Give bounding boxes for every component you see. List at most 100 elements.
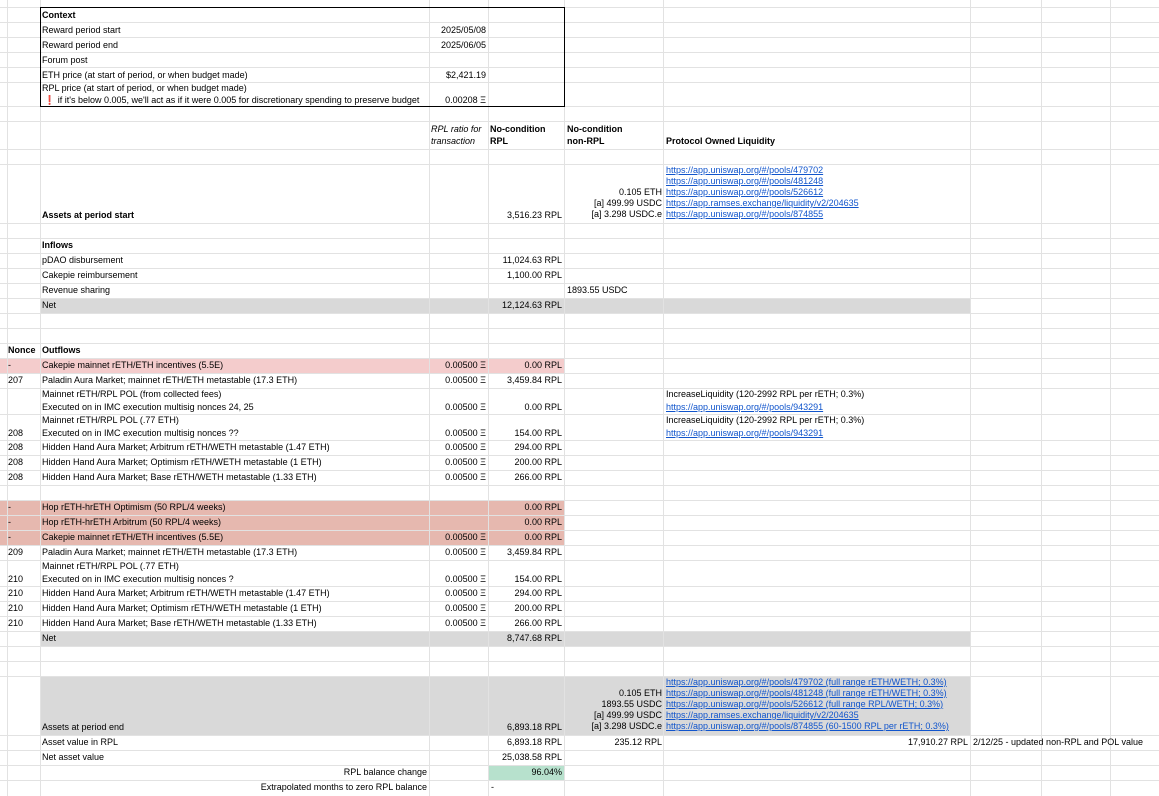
outflow-nonce[interactable]: 208	[8, 455, 40, 470]
pool-link[interactable]: https://app.uniswap.org/#/pools/874855	[666, 209, 966, 220]
outflow-nonce[interactable]: 208	[8, 440, 40, 455]
outflow-rpl[interactable]: 3,459.84 RPL	[489, 545, 562, 560]
outflow-rpl[interactable]: 154.00 RPL	[489, 572, 562, 587]
end-rpl[interactable]: 6,893.18 RPL	[489, 720, 562, 735]
outflow-rpl[interactable]: 3,459.84 RPL	[489, 373, 562, 388]
outflow-nonce[interactable]: 210	[8, 572, 40, 587]
outflow-nonce[interactable]: 210	[8, 601, 40, 616]
asset-value-rpl[interactable]: 6,893.18 RPL	[489, 735, 562, 750]
outflow-nonce[interactable]: -	[8, 500, 40, 515]
context-label: Forum post	[42, 55, 88, 65]
outflow-ratio[interactable]: 0.00500 Ξ	[430, 572, 486, 587]
end-nonrpl[interactable]: 1893.55 USDC	[566, 699, 662, 710]
extrapolated-value[interactable]: -	[491, 780, 564, 795]
start-nonrpl[interactable]: [a] 499.99 USDC	[566, 198, 662, 209]
outflow-ratio[interactable]: 0.00500 Ξ	[430, 426, 486, 441]
outflow-rpl[interactable]: 294.00 RPL	[489, 586, 562, 601]
start-nonrpl[interactable]: [a] 3.298 USDC.e	[566, 209, 662, 220]
outflows-net-rpl[interactable]: 8,747.68 RPL	[489, 631, 562, 646]
pool-link[interactable]: https://app.uniswap.org/#/pools/481248 (…	[666, 688, 966, 699]
pool-link[interactable]: https://app.ramses.exchange/liquidity/v2…	[666, 710, 966, 721]
rpl-price-value[interactable]: 0.00208 Ξ	[430, 94, 486, 106]
outflow-rpl[interactable]: 0.00 RPL	[489, 358, 562, 373]
outflow-ratio[interactable]: 0.00500 Ξ	[430, 373, 486, 388]
outflow-ratio[interactable]: 0.00500 Ξ	[430, 455, 486, 470]
outflow-label: Mainnet rETH/RPL POL (.77 ETH)	[42, 415, 179, 425]
outflow-label: Cakepie mainnet rETH/ETH incentives (5.5…	[42, 360, 224, 370]
outflow-ratio[interactable]: 0.00500 Ξ	[430, 586, 486, 601]
outflow-nonce[interactable]: 210	[8, 616, 40, 631]
nonce-header: Nonce	[8, 345, 36, 355]
outflow-label: Hop rETH-hrETH Optimism (50 RPL/4 weeks)	[42, 502, 226, 512]
pool-link[interactable]: https://app.ramses.exchange/liquidity/v2…	[666, 198, 966, 209]
outflow-rpl[interactable]: 0.00 RPL	[489, 515, 562, 530]
outflow-label: Hidden Hand Aura Market; Optimism rETH/W…	[42, 457, 322, 467]
outflow-rpl[interactable]: 294.00 RPL	[489, 440, 562, 455]
inflow-rpl[interactable]: 11,024.63 RPL	[489, 253, 562, 268]
header-nocond-nonrpl: No-condition	[567, 124, 623, 134]
asset-value-pol[interactable]: 17,910.27 RPL	[665, 735, 968, 750]
context-value[interactable]: $2,421.19	[430, 68, 486, 83]
outflow-label: Hidden Hand Aura Market; Optimism rETH/W…	[42, 603, 322, 613]
outflow-nonce[interactable]: 210	[8, 586, 40, 601]
outflow-ratio[interactable]: 0.00500 Ξ	[430, 530, 486, 545]
outflow-nonce[interactable]: 207	[8, 373, 40, 388]
end-nonrpl[interactable]: 0.105 ETH	[566, 688, 662, 699]
rpl-note: ❗ if it's below 0.005, we'll act as if i…	[44, 95, 420, 105]
outflow-label: Hidden Hand Aura Market; Arbitrum rETH/W…	[42, 588, 330, 598]
outflow-rpl[interactable]: 200.00 RPL	[489, 455, 562, 470]
outflow-nonce[interactable]: 209	[8, 545, 40, 560]
outflow-rpl[interactable]: 0.00 RPL	[489, 530, 562, 545]
outflow-rpl[interactable]: 154.00 RPL	[489, 426, 562, 441]
end-nonrpl[interactable]: [a] 499.99 USDC	[566, 710, 662, 721]
outflow-rpl[interactable]: 0.00 RPL	[489, 400, 562, 415]
pool-link[interactable]: https://app.uniswap.org/#/pools/526612 (…	[666, 699, 966, 710]
outflow-ratio[interactable]: 0.00500 Ξ	[430, 545, 486, 560]
context-value[interactable]: 2025/06/05	[430, 38, 486, 53]
asset-value-note[interactable]: 2/12/25 - updated non-RPL and POL value	[973, 735, 1159, 750]
balance-change-value[interactable]: 96.04%	[489, 765, 562, 780]
pool-link[interactable]: https://app.uniswap.org/#/pools/943291	[666, 427, 966, 440]
outflow-nonce[interactable]: -	[8, 515, 40, 530]
pool-link[interactable]: https://app.uniswap.org/#/pools/479702	[666, 165, 966, 176]
outflow-label: Mainnet rETH/RPL POL (.77 ETH)	[42, 561, 179, 571]
outflow-label: Hidden Hand Aura Market; Arbitrum rETH/W…	[42, 442, 330, 452]
inflows-net-rpl[interactable]: 12,124.63 RPL	[489, 298, 562, 313]
outflow-nonce[interactable]: 208	[8, 426, 40, 441]
outflow-ratio[interactable]	[430, 515, 486, 530]
extrapolated-label: Extrapolated months to zero RPL balance	[260, 782, 427, 792]
outflow-rpl[interactable]: 266.00 RPL	[489, 616, 562, 631]
outflow-ratio[interactable]: 0.00500 Ξ	[430, 440, 486, 455]
pool-link[interactable]: https://app.uniswap.org/#/pools/874855 (…	[666, 721, 966, 732]
end-nonrpl[interactable]: [a] 3.298 USDC.e	[566, 721, 662, 732]
outflow-rpl[interactable]: 0.00 RPL	[489, 500, 562, 515]
pool-link[interactable]: https://app.uniswap.org/#/pools/481248	[666, 176, 966, 187]
outflow-nonce[interactable]: -	[8, 530, 40, 545]
outflow-label: Hidden Hand Aura Market; Base rETH/WETH …	[42, 472, 317, 482]
context-value[interactable]: 2025/05/08	[430, 23, 486, 38]
outflow-ratio[interactable]: 0.00500 Ξ	[430, 601, 486, 616]
outflow-ratio[interactable]	[430, 500, 486, 515]
asset-value-nonrpl[interactable]: 235.12 RPL	[566, 735, 662, 750]
outflow-nonce[interactable]: -	[8, 358, 40, 373]
pool-link[interactable]: https://app.uniswap.org/#/pools/479702 (…	[666, 677, 966, 688]
outflow-ratio[interactable]: 0.00500 Ξ	[430, 400, 486, 415]
outflow-rpl[interactable]: 200.00 RPL	[489, 601, 562, 616]
pool-link[interactable]: https://app.uniswap.org/#/pools/943291	[666, 401, 966, 414]
pool-link[interactable]: https://app.uniswap.org/#/pools/526612	[666, 187, 966, 198]
outflow-nonce[interactable]: 208	[8, 470, 40, 485]
start-nonrpl[interactable]: 0.105 ETH	[566, 187, 662, 198]
outflow-label: Paladin Aura Market; mainnet rETH/ETH me…	[42, 547, 298, 557]
outflow-ratio[interactable]: 0.00500 Ξ	[430, 358, 486, 373]
start-nonrpl-blank	[566, 165, 662, 176]
end-label: Assets at period end	[42, 722, 125, 732]
outflow-rpl[interactable]: 266.00 RPL	[489, 470, 562, 485]
inflow-rpl[interactable]: 1,100.00 RPL	[489, 268, 562, 283]
outflow-ratio[interactable]: 0.00500 Ξ	[430, 616, 486, 631]
outflow-ratio[interactable]: 0.00500 Ξ	[430, 470, 486, 485]
nav-rpl[interactable]: 25,038.58 RPL	[489, 750, 562, 765]
outflow-label: Paladin Aura Market; mainnet rETH/ETH me…	[42, 375, 298, 385]
inflow-nonrpl[interactable]: 1893.55 USDC	[567, 283, 663, 298]
context-value[interactable]	[430, 53, 486, 68]
start-rpl[interactable]: 3,516.23 RPL	[489, 208, 562, 223]
